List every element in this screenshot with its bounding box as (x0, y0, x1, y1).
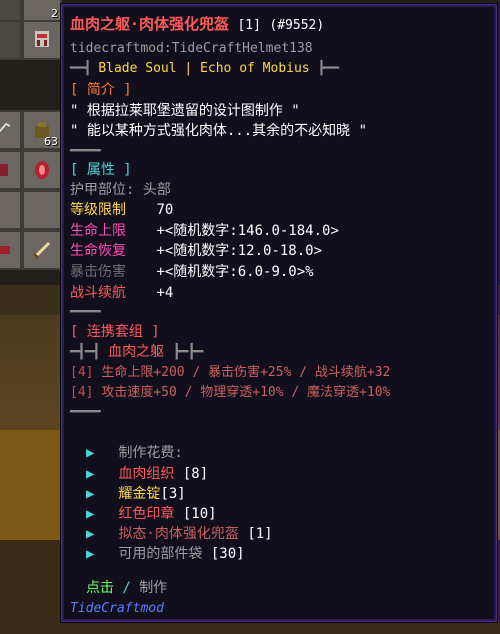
inventory-slot[interactable] (0, 190, 22, 230)
set-bonus: [4] 攻击速度+50 / 物理穿透+10% / 魔法穿透+10% (70, 384, 390, 402)
sword-icon (32, 241, 51, 260)
ingredient-name: 红色印章 (118, 506, 175, 522)
bullet-icon: ▶ (86, 445, 95, 461)
stat-row: 生命上限 +<随机数字:146.0-184.0> (70, 222, 339, 240)
craft-ingredient: ▶ 拟态·肉体强化兜盔 [1] (86, 525, 273, 543)
slot-count: 2 (51, 7, 58, 20)
bullet-icon: ▶ (86, 526, 95, 542)
stat-row: 暴击伤害 +<随机数字:6.0-9.0>% (70, 263, 314, 281)
item-title: 血肉之躯·肉体强化兜盔 [1] (#9552) (70, 15, 324, 35)
item-name: 血肉之躯·肉体强化兜盔 (70, 15, 230, 33)
series-name: Blade Soul | Echo of Mobius (98, 61, 310, 76)
stat-label: 战斗续航 (70, 285, 126, 301)
set-bonus: [4] 生命上限+200 / 暴击伤害+25% / 战斗续航+32 (70, 364, 390, 382)
stat-row: 生命恢复 +<随机数字:12.0-18.0> (70, 242, 322, 260)
bullet-icon: ▶ (86, 506, 95, 522)
intro-header: [ 简介 ] (70, 82, 132, 98)
level-requirement: 等级限制 70 (70, 201, 173, 219)
scythe-icon (0, 122, 11, 133)
helmet-icon (35, 31, 49, 47)
ingredient-qty: [1] (247, 526, 273, 542)
ingredient-qty: [10] (182, 506, 217, 522)
series-line: ━━┫ Blade Soul | Echo of Mobius ┣━━ (70, 60, 339, 78)
level-label: 等级限制 (70, 202, 126, 218)
inventory-slot[interactable] (0, 20, 22, 60)
ingredient-qty: [8] (182, 466, 209, 482)
crafting-header: ▶ 制作花费: (86, 444, 183, 462)
bullet-icon: ▶ (86, 486, 95, 502)
bullet-icon: ▶ (86, 546, 95, 562)
attributes-header: [ 属性 ] (70, 162, 132, 178)
item-id: (#9552) (269, 18, 325, 33)
set-bonus-tag: [4] (70, 385, 94, 400)
set-right-ornament: ┣━┣━ (172, 344, 204, 360)
ingredient-qty: [3] (160, 486, 186, 502)
set-bonus-tag: [4] (70, 365, 94, 380)
ingredient-name: 耀金锭 (118, 486, 161, 502)
action-separator: / (114, 580, 140, 596)
series-left-ornament: ━━┫ (70, 61, 92, 76)
stat-label: 生命上限 (70, 223, 126, 239)
stat-label: 暴击伤害 (70, 264, 126, 280)
item-count: [1] (237, 18, 261, 33)
inventory-slot[interactable] (22, 150, 62, 190)
stat-value: +<随机数字:12.0-18.0> (156, 243, 323, 259)
ingredient-name: 可用的部件袋 (118, 546, 203, 562)
ingredient-name: 拟态·肉体强化兜盔 (118, 526, 239, 542)
intro-line: " 能以某种方式强化肉体...其余的不必知晓 " (70, 123, 367, 139)
armor-slot: 护甲部位: 头部 (70, 182, 171, 198)
set-name: 血肉之躯 (108, 344, 165, 360)
stat-label: 生命恢复 (70, 243, 126, 259)
click-label[interactable]: 点击 (86, 580, 114, 596)
registry-id: tidecraftmod:TideCraftHelmet138 (70, 41, 313, 56)
inventory-slot[interactable]: 2 (22, 0, 62, 22)
flesh-item-icon (0, 246, 10, 254)
mod-name: TideCraftmod (70, 601, 164, 616)
inventory-slot[interactable] (22, 190, 62, 230)
craft-ingredient: ▶ 红色印章 [10] (86, 505, 217, 523)
set-left-ornament: ━┫━┫ (70, 344, 101, 360)
craft-ingredient: ▶ 可用的部件袋 [30] (86, 545, 245, 563)
divider: ━━━━ (70, 304, 101, 320)
divider: ━━━━ (70, 404, 101, 420)
item-tooltip: 血肉之躯·肉体强化兜盔 [1] (#9552) tidecraftmod:Tid… (61, 4, 497, 622)
stat-value: +<随机数字:6.0-9.0>% (156, 264, 314, 280)
stat-row: 战斗续航 +4 (70, 284, 173, 302)
craft-ingredient: ▶ 血肉组织 [8] (86, 465, 208, 483)
stat-value: +4 (156, 285, 174, 301)
series-right-ornament: ┣━━ (317, 61, 339, 76)
ingredient-name: 血肉组织 (118, 466, 175, 482)
intro-line: " 根据拉莱耶堡遗留的设计图制作 " (70, 103, 300, 119)
ingredient-qty: [30] (210, 546, 245, 562)
craft-ingredient: ▶ 耀金锭[3] (86, 485, 186, 503)
bullet-icon: ▶ (86, 466, 95, 482)
inventory-slot[interactable]: 63 (22, 110, 62, 150)
craft-action[interactable]: 点击 / 制作 (86, 579, 167, 597)
inventory-slot[interactable] (22, 230, 62, 270)
inventory-slot[interactable] (0, 110, 22, 150)
set-bonus-text: 攻击速度+50 / 物理穿透+10% / 魔法穿透+10% (101, 385, 391, 400)
flesh-item-icon (0, 164, 8, 176)
inventory-slot[interactable] (0, 230, 22, 270)
craft-label[interactable]: 制作 (139, 580, 167, 596)
level-value: 70 (156, 202, 174, 218)
inventory-slot-selected[interactable] (22, 20, 62, 60)
inventory-slot[interactable] (0, 150, 22, 190)
set-header: [ 连携套组 ] (70, 324, 160, 340)
set-bonus-text: 生命上限+200 / 暴击伤害+25% / 战斗续航+32 (101, 365, 391, 380)
divider: ━━━━ (70, 143, 101, 159)
inventory-slot[interactable] (0, 0, 22, 22)
slot-count: 63 (44, 135, 58, 148)
stat-value: +<随机数字:146.0-184.0> (156, 223, 339, 239)
crafting-header-label: 制作花费: (118, 445, 183, 461)
crystal-icon (35, 161, 49, 179)
set-name-line: ━┫━┫ 血肉之躯 ┣━┣━ (70, 343, 204, 361)
